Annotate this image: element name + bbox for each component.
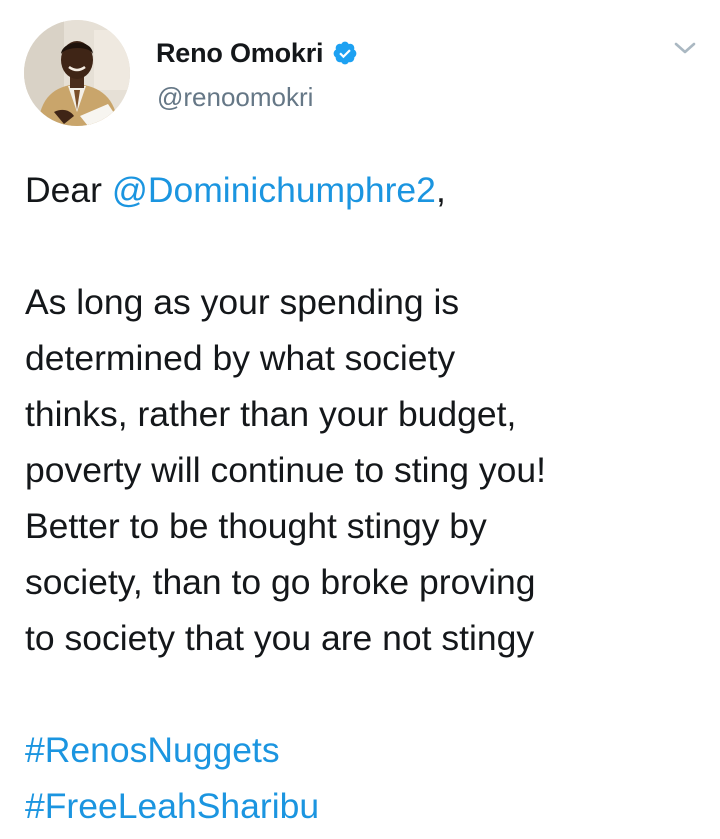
greeting-line: Dear @Dominichumphre2, — [25, 162, 705, 218]
hashtag-link[interactable]: #FreeLeahSharibu — [25, 778, 705, 834]
greeting-prefix: Dear — [25, 170, 112, 210]
body-line: poverty will continue to sting you! — [25, 450, 546, 490]
author-name-row[interactable]: Reno Omokri — [156, 36, 358, 70]
tweet-text: Dear @Dominichumphre2, As long as your s… — [25, 162, 705, 834]
body-line: As long as your spending is — [25, 282, 460, 322]
avatar-image — [24, 20, 130, 126]
body-line: Better to be thought stingy by — [25, 506, 487, 546]
body-line: to society that you are not stingy — [25, 618, 535, 658]
body-line: determined by what society — [25, 338, 456, 378]
author-handle[interactable]: @renoomokri — [157, 82, 313, 113]
hashtag-link[interactable]: #RenosNuggets — [25, 722, 705, 778]
chevron-down-icon[interactable] — [671, 38, 699, 58]
tweet: Reno Omokri @renoomokri Dear @Dominichum… — [0, 0, 720, 839]
avatar[interactable] — [24, 20, 130, 126]
author-display-name[interactable]: Reno Omokri — [156, 38, 324, 69]
body-line: society, than to go broke proving — [25, 562, 536, 602]
body-line: thinks, rather than your budget, — [25, 394, 517, 434]
verified-badge-icon — [332, 40, 358, 66]
mention-link[interactable]: @Dominichumphre2 — [112, 170, 436, 210]
greeting-suffix: , — [435, 170, 446, 210]
